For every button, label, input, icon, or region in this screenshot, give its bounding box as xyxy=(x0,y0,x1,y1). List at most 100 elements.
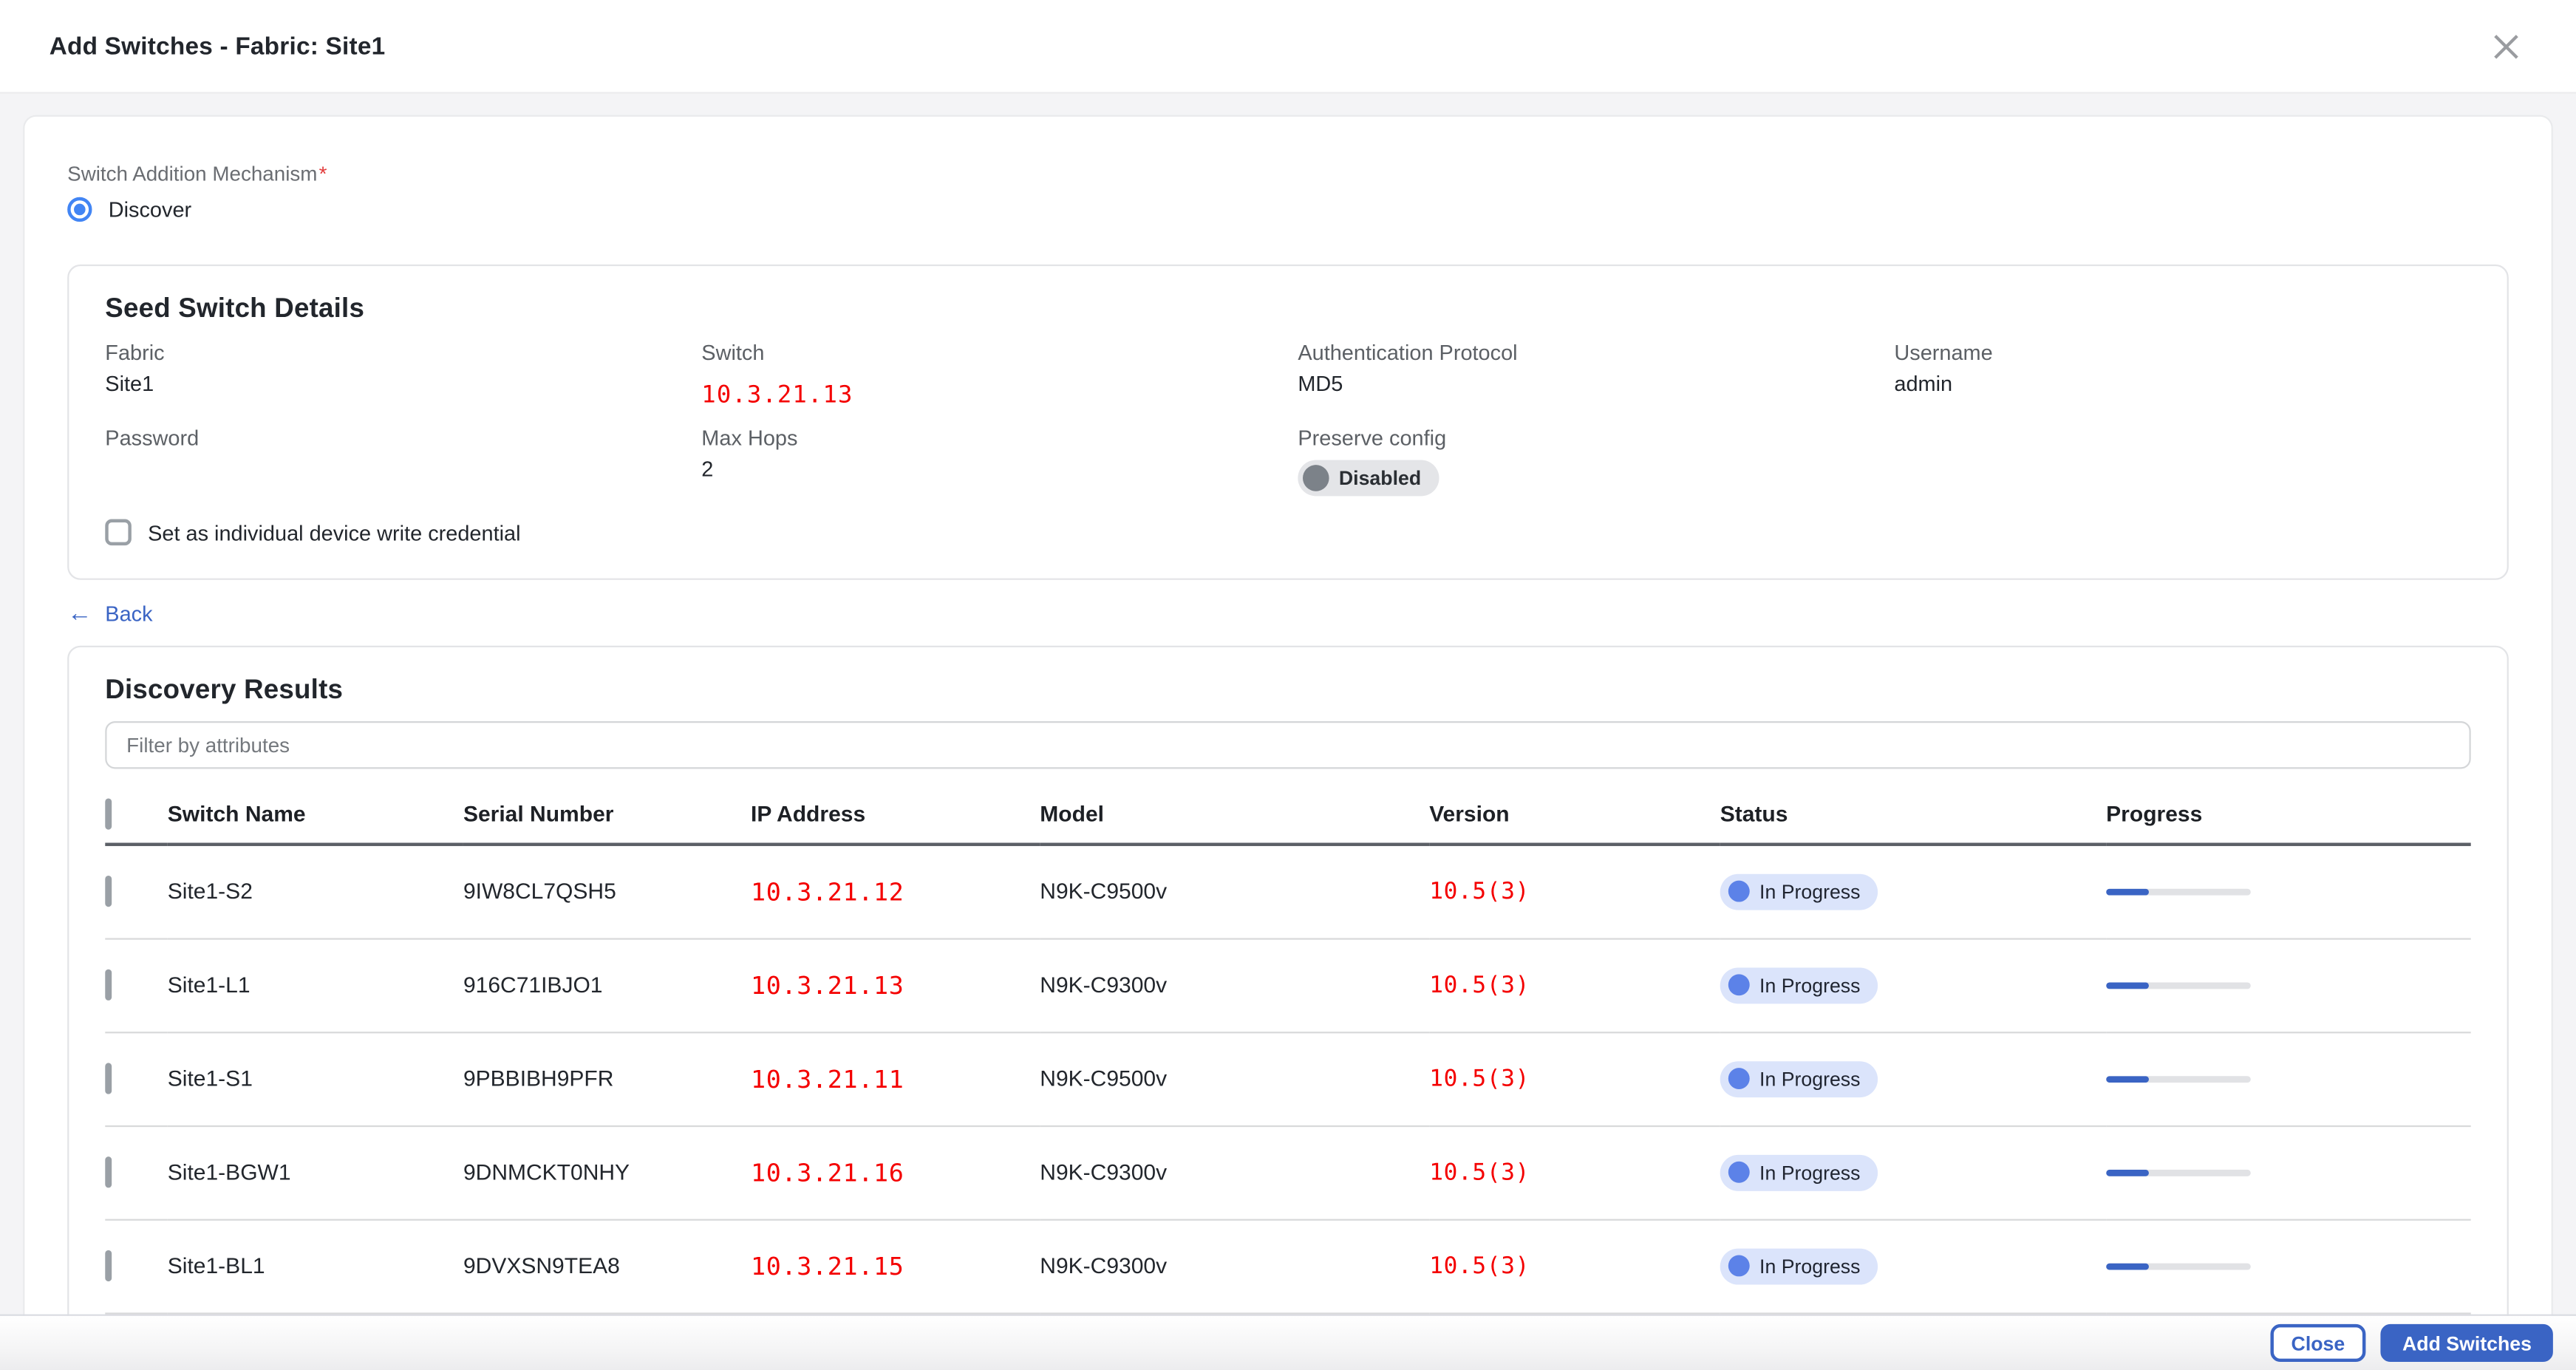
switch-value: 10.3.21.13 xyxy=(701,381,1278,411)
cell-model: N9K-C9500v xyxy=(1040,845,1429,938)
progress-fill xyxy=(2106,1075,2150,1082)
cell-ip: 10.3.21.16 xyxy=(751,1125,1040,1219)
col-serial-number: Serial Number xyxy=(463,792,751,845)
table-row: Site1-S1 9PBBIBH9PFR 10.3.21.11 N9K-C950… xyxy=(105,1032,2470,1125)
cell-ip: 10.3.21.15 xyxy=(751,1219,1040,1313)
back-link-label: Back xyxy=(105,601,152,626)
status-dot-icon xyxy=(1728,881,1750,902)
discovery-results-table: Switch Name Serial Number IP Address Mod… xyxy=(105,792,2470,1314)
cell-ip: 10.3.21.13 xyxy=(751,938,1040,1032)
filter-input[interactable] xyxy=(105,721,2470,769)
table-row: Site1-S2 9IW8CL7QSH5 10.3.21.12 N9K-C950… xyxy=(105,845,2470,938)
preserve-config-toggle[interactable]: Disabled xyxy=(1298,460,1439,496)
close-footer-button[interactable]: Close xyxy=(2270,1324,2366,1362)
row-checkbox[interactable] xyxy=(105,876,112,907)
preserve-config-label: Preserve config xyxy=(1298,424,1874,454)
radio-dot xyxy=(74,204,86,216)
cell-ip: 10.3.21.11 xyxy=(751,1032,1040,1125)
max-hops-field: Max Hops 2 xyxy=(701,424,1278,510)
close-icon xyxy=(2490,30,2521,61)
cell-version: 10.5(3) xyxy=(1429,938,1720,1032)
radio-selected-icon[interactable] xyxy=(67,197,92,222)
discovery-results-card: Discovery Results Switch Name Serial Num… xyxy=(67,646,2509,1361)
back-arrow-icon: ← xyxy=(67,601,92,626)
cell-model: N9K-C9300v xyxy=(1040,938,1429,1032)
table-row: Site1-BL1 9DVXSN9TEA8 10.3.21.15 N9K-C93… xyxy=(105,1219,2470,1313)
add-switches-button[interactable]: Add Switches xyxy=(2381,1324,2553,1362)
cell-version: 10.5(3) xyxy=(1429,1219,1720,1313)
fabric-field: Fabric Site1 xyxy=(105,338,681,424)
write-credential-label: Set as individual device write credentia… xyxy=(148,520,520,545)
auth-protocol-value: MD5 xyxy=(1298,369,1874,399)
col-switch-name: Switch Name xyxy=(168,792,463,845)
row-checkbox[interactable] xyxy=(105,969,112,1001)
status-dot-icon xyxy=(1728,1255,1750,1277)
toggle-knob-icon xyxy=(1303,465,1329,491)
switch-field: Switch 10.3.21.13 xyxy=(701,338,1278,424)
row-checkbox[interactable] xyxy=(105,1063,112,1094)
col-ip-address: IP Address xyxy=(751,792,1040,845)
status-text: In Progress xyxy=(1759,1067,1860,1090)
preserve-config-field: Preserve config Disabled xyxy=(1298,424,1874,510)
add-switches-modal: Add Switches - Fabric: Site1 Switch Addi… xyxy=(0,0,2576,1370)
switch-label: Switch xyxy=(701,338,1278,368)
status-badge: In Progress xyxy=(1720,873,1878,910)
status-badge: In Progress xyxy=(1720,1248,1878,1284)
status-badge: In Progress xyxy=(1720,1060,1878,1097)
cell-serial: 9IW8CL7QSH5 xyxy=(463,845,751,938)
progress-bar xyxy=(2106,981,2251,988)
max-hops-label: Max Hops xyxy=(701,424,1278,454)
status-text: In Progress xyxy=(1759,880,1860,903)
col-model: Model xyxy=(1040,792,1429,845)
cell-serial: 9DNMCKT0NHY xyxy=(463,1125,751,1219)
cell-switch-name: Site1-L1 xyxy=(168,938,463,1032)
status-text: In Progress xyxy=(1759,973,1860,996)
status-badge: In Progress xyxy=(1720,967,1878,1003)
row-checkbox[interactable] xyxy=(105,1156,112,1187)
progress-bar xyxy=(2106,1263,2251,1270)
write-credential-checkbox[interactable] xyxy=(105,519,132,546)
mechanism-label-text: Switch Addition Mechanism xyxy=(67,163,317,185)
progress-fill xyxy=(2106,1169,2150,1176)
cell-switch-name: Site1-S1 xyxy=(168,1032,463,1125)
progress-fill xyxy=(2106,981,2150,988)
back-link[interactable]: ← Back xyxy=(67,601,152,626)
cell-switch-name: Site1-BGW1 xyxy=(168,1125,463,1219)
close-button[interactable] xyxy=(2484,24,2526,67)
seed-switch-details-card: Seed Switch Details Fabric Site1 Switch … xyxy=(67,265,2509,580)
mechanism-label: Switch Addition Mechanism* xyxy=(67,163,2509,185)
progress-bar xyxy=(2106,1169,2251,1176)
select-all-checkbox[interactable] xyxy=(105,798,112,829)
username-field: Username admin xyxy=(1894,338,2470,424)
discovery-results-title: Discovery Results xyxy=(105,675,2470,706)
max-hops-value: 2 xyxy=(701,455,1278,485)
cell-switch-name: Site1-S2 xyxy=(168,845,463,938)
cell-version: 10.5(3) xyxy=(1429,845,1720,938)
cell-version: 10.5(3) xyxy=(1429,1032,1720,1125)
username-label: Username xyxy=(1894,338,2470,368)
status-text: In Progress xyxy=(1759,1254,1860,1277)
table-header-row: Switch Name Serial Number IP Address Mod… xyxy=(105,792,2470,845)
status-dot-icon xyxy=(1728,974,1750,995)
modal-footer: Close Add Switches xyxy=(0,1315,2576,1370)
row-checkbox[interactable] xyxy=(105,1250,112,1281)
password-field: Password xyxy=(105,424,681,510)
empty-cell xyxy=(1894,424,2470,510)
discover-radio-row[interactable]: Discover xyxy=(67,197,2509,222)
cell-model: N9K-C9500v xyxy=(1040,1032,1429,1125)
write-credential-row[interactable]: Set as individual device write credentia… xyxy=(105,519,2470,546)
switch-addition-mechanism: Switch Addition Mechanism* Discover xyxy=(67,163,2509,222)
auth-protocol-label: Authentication Protocol xyxy=(1298,338,1874,368)
col-progress: Progress xyxy=(2106,792,2471,845)
status-text: In Progress xyxy=(1759,1161,1860,1184)
cell-serial: 9DVXSN9TEA8 xyxy=(463,1219,751,1313)
screen: Add Switches - Fabric: Site1 Switch Addi… xyxy=(0,0,2576,1370)
seed-fields-grid: Fabric Site1 Switch 10.3.21.13 Authentic… xyxy=(105,338,2470,509)
cell-switch-name: Site1-BL1 xyxy=(168,1219,463,1313)
progress-fill xyxy=(2106,1263,2150,1270)
cell-version: 10.5(3) xyxy=(1429,1125,1720,1219)
table-row: Site1-L1 916C71IBJO1 10.3.21.13 N9K-C930… xyxy=(105,938,2470,1032)
password-label: Password xyxy=(105,424,681,454)
cell-serial: 916C71IBJO1 xyxy=(463,938,751,1032)
fabric-value: Site1 xyxy=(105,369,681,399)
